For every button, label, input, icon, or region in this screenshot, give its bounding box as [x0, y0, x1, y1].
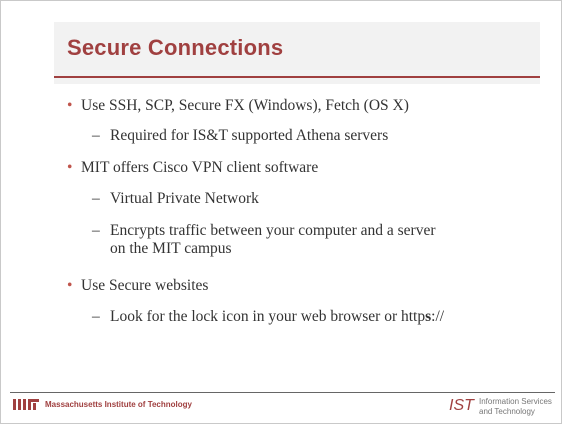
bullet-text: Use SSH, SCP, Secure FX (Windows), Fetch…	[81, 97, 409, 114]
ist-name-line1: Information Services	[479, 397, 552, 406]
bullet-dot-icon: •	[67, 97, 73, 114]
bullet-item: • Use SSH, SCP, Secure FX (Windows), Fet…	[67, 97, 409, 115]
bullet-item: • MIT offers Cisco VPN client software	[67, 159, 319, 177]
sub-bullet-text: Look for the lock icon in your web brows…	[110, 308, 445, 325]
sub-bullet-text: Encrypts traffic between your computer a…	[110, 222, 436, 257]
footer-divider	[10, 392, 555, 393]
sub-bullet-item: – Look for the lock icon in your web bro…	[92, 308, 445, 326]
dash-icon: –	[92, 127, 100, 144]
dash-icon: –	[92, 222, 100, 239]
sub-bullet-item: – Virtual Private Network	[92, 190, 259, 208]
sub-bullet-item: – Encrypts traffic between your computer…	[92, 222, 440, 258]
sub-bullet-text: Virtual Private Network	[110, 190, 259, 207]
mit-name: Massachusetts Institute of Technology	[45, 400, 192, 409]
bullet-text: MIT offers Cisco VPN client software	[81, 159, 319, 176]
sub-bullet-text: Required for IS&T supported Athena serve…	[110, 127, 389, 144]
ist-name-line2: and Technology	[479, 407, 535, 416]
bullet-item: • Use Secure websites	[67, 277, 209, 295]
slide-content: • Use SSH, SCP, Secure FX (Windows), Fet…	[1, 1, 561, 423]
bullet-text: Use Secure websites	[81, 277, 209, 294]
dash-icon: –	[92, 308, 100, 325]
slide: Secure Connections • Use SSH, SCP, Secur…	[0, 0, 562, 424]
mit-logo-icon	[13, 399, 39, 410]
sub-bullet-item: – Required for IS&T supported Athena ser…	[92, 127, 389, 145]
https-bold-s: s	[425, 308, 432, 325]
ist-name: Information Services and Technology	[479, 397, 552, 417]
bullet-dot-icon: •	[67, 159, 73, 176]
bullet-dot-icon: •	[67, 277, 73, 294]
ist-logo-icon: IST	[449, 397, 474, 414]
dash-icon: –	[92, 190, 100, 207]
